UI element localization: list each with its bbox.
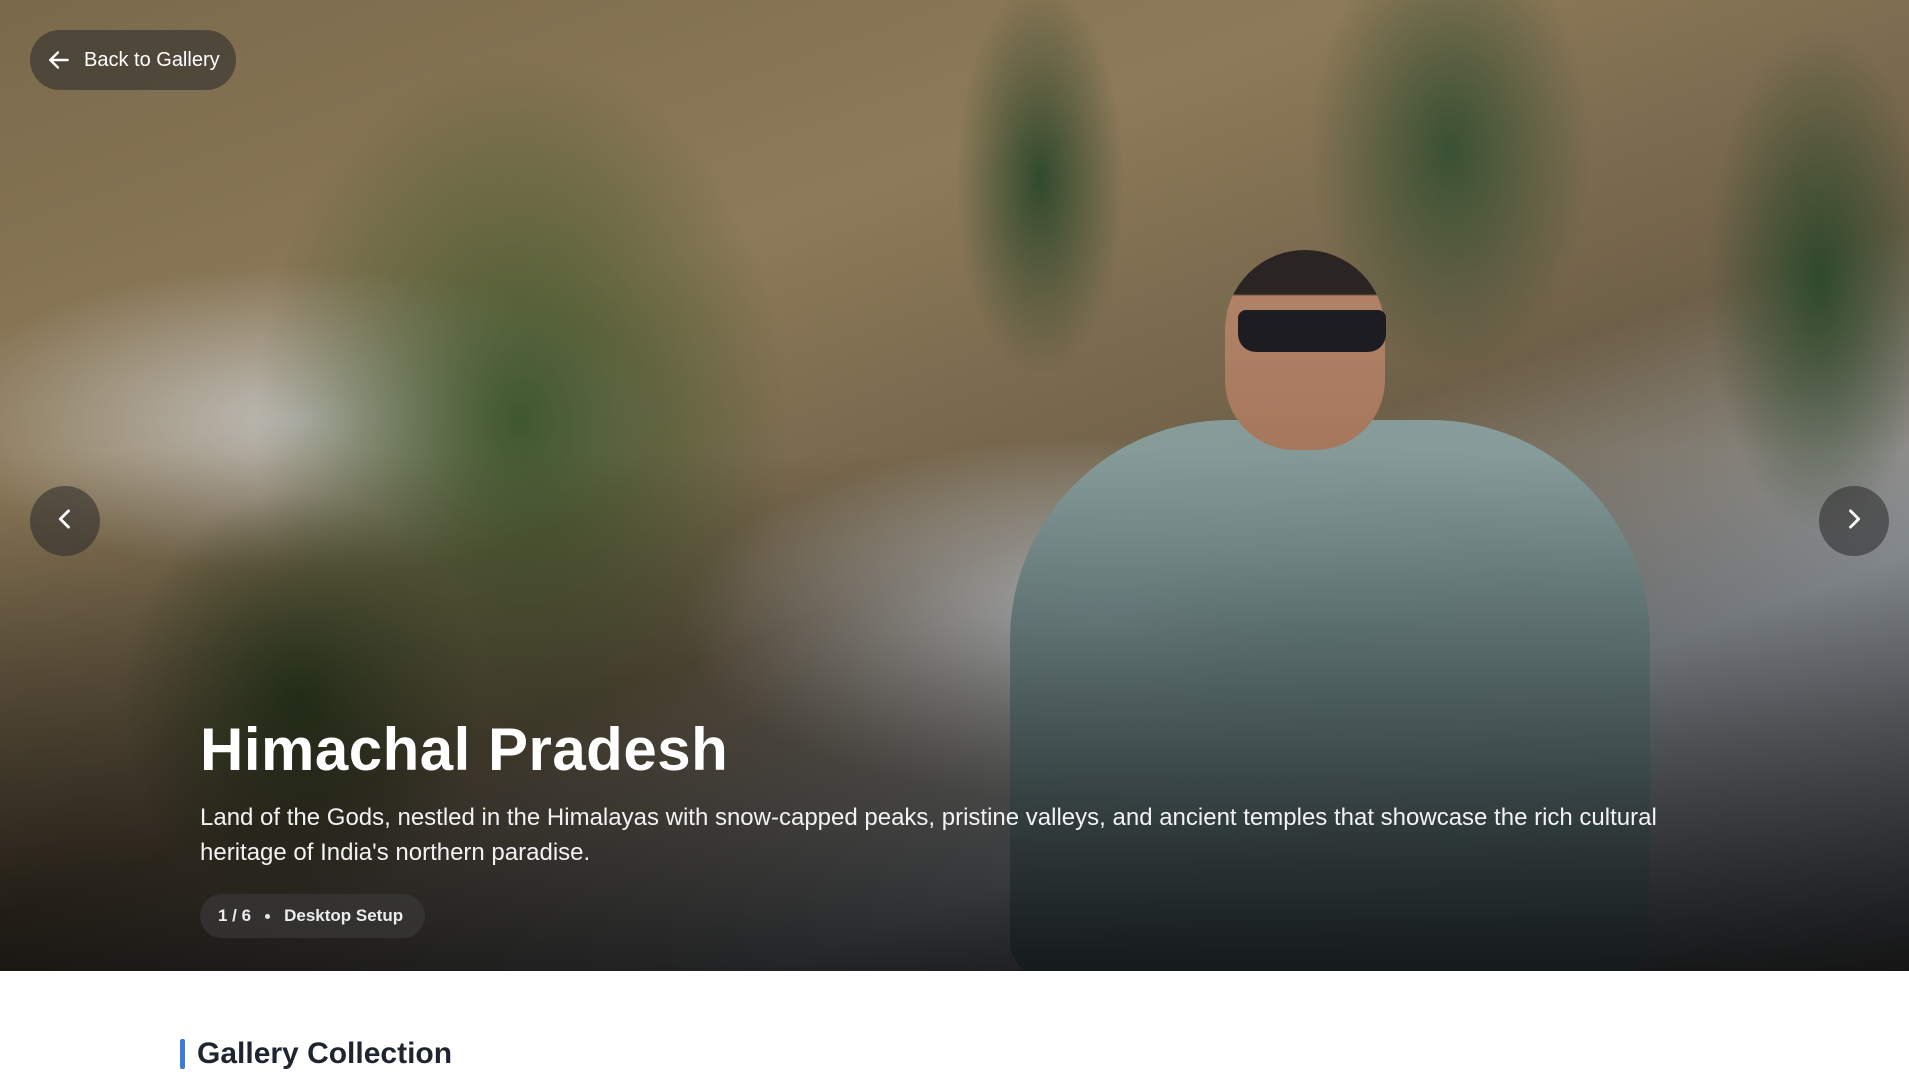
- slide-caption: Himachal Pradesh Land of the Gods, nestl…: [200, 712, 1720, 938]
- chevron-right-icon: [1840, 505, 1868, 538]
- previous-slide-button[interactable]: [30, 486, 100, 556]
- next-slide-button[interactable]: [1819, 486, 1889, 556]
- slide-title: Himachal Pradesh: [200, 716, 729, 783]
- slide-counter: 1 / 6: [218, 906, 252, 925]
- slide-meta-badge: 1 / 6 Desktop Setup: [200, 894, 426, 938]
- hero-image: Back to Gallery Himachal Pradesh Land of…: [0, 0, 1909, 971]
- back-to-gallery-button[interactable]: Back to Gallery: [30, 30, 236, 90]
- back-to-gallery-label: Back to Gallery: [84, 48, 220, 71]
- slide-description: Land of the Gods, nestled in the Himalay…: [200, 804, 1657, 866]
- chevron-left-icon: [51, 505, 79, 538]
- hero-photo-sunglasses: [1238, 310, 1386, 352]
- section-title: Gallery Collection: [197, 1037, 453, 1070]
- section-accent-bar: [180, 1039, 185, 1069]
- arrow-left-icon: [46, 47, 72, 73]
- slide-tag: Desktop Setup: [284, 906, 404, 925]
- separator-dot: [265, 913, 271, 919]
- gallery-collection-header: Gallery Collection: [180, 1036, 452, 1072]
